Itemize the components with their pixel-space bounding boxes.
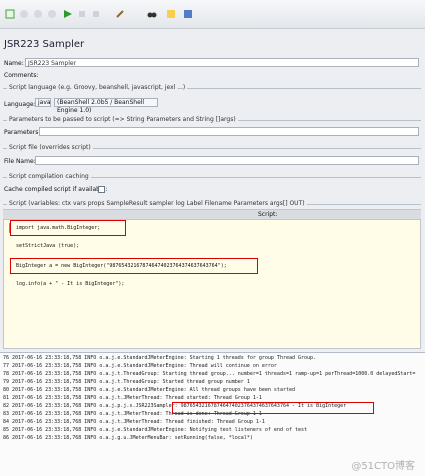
language-label: Language:: [4, 101, 36, 108]
clear-icon[interactable]: [90, 8, 102, 20]
toolbar: [0, 0, 425, 29]
tools-icon[interactable]: [114, 8, 126, 20]
help-icon[interactable]: [165, 8, 177, 20]
script-file-heading: Script file (overrides script): [7, 144, 93, 151]
list-icon[interactable]: [182, 8, 194, 20]
log-line: 81 2017-06-16 23:33:18,758 INFO o.a.j.t.…: [3, 395, 262, 401]
engine-select[interactable]: (BeanShell 2.0b5 / BeanShell Engine 1.0): [54, 98, 158, 114]
file-name-field[interactable]: [35, 156, 419, 165]
language-select[interactable]: java: [35, 98, 51, 107]
import-highlight: [10, 220, 126, 236]
log-line: 76 2017-06-16 23:33:18,758 INFO o.a.j.e.…: [3, 355, 317, 361]
open-icon[interactable]: [18, 8, 30, 20]
name-label: Name:: [4, 60, 24, 67]
biginteger-highlight: [10, 258, 258, 274]
script-heading: Script (variables: ctx vars props Sample…: [7, 200, 307, 207]
log-line: 85 2017-06-16 23:33:18,768 INFO o.a.j.e.…: [3, 427, 308, 433]
code-line-2: setStrictJava (true);: [16, 243, 80, 249]
stop-icon[interactable]: [46, 8, 58, 20]
comments-label: Comments:: [4, 72, 39, 79]
log-line: 80 2017-06-16 23:33:18,758 INFO o.a.j.e.…: [3, 387, 295, 393]
file-name-label: File Name:: [4, 158, 36, 165]
script-editor[interactable]: import java.math.BigInteger; setStrictJa…: [3, 219, 421, 349]
log-line: 84 2017-06-16 23:33:18,768 INFO o.a.j.t.…: [3, 419, 265, 425]
cache-label: Cache compiled script if available:: [4, 186, 108, 193]
remove-icon[interactable]: [76, 8, 88, 20]
parameters-field[interactable]: [39, 127, 419, 136]
log-line: 79 2017-06-16 23:33:18,758 INFO o.a.j.t.…: [3, 379, 250, 385]
sampler-form: JSR223 Sampler Name: JSR223 Sampler Comm…: [0, 29, 425, 351]
parameters-label: Parameters:: [4, 129, 41, 136]
add-icon[interactable]: [62, 8, 74, 20]
log-line: 86 2017-06-16 23:33:18,768 INFO o.a.j.g.…: [3, 435, 253, 441]
compilation-heading: Script compilation caching: [7, 173, 91, 180]
log-highlight: [172, 402, 374, 414]
binoculars-icon[interactable]: [146, 8, 158, 20]
script-label: Script:: [258, 211, 278, 218]
watermark: @51CTO博客: [351, 461, 415, 472]
name-field[interactable]: JSR223 Sampler: [25, 58, 419, 67]
log-line: 77 2017-06-16 23:33:18,758 INFO o.a.j.e.…: [3, 363, 277, 369]
page-title: JSR223 Sampler: [4, 39, 85, 50]
parameters-heading: Parameters to be passed to script (=> St…: [7, 116, 238, 123]
new-icon[interactable]: [4, 8, 16, 20]
log-line: 78 2017-06-16 23:33:18,758 INFO o.a.j.t.…: [3, 371, 416, 377]
save-icon[interactable]: [32, 8, 44, 20]
code-line-4: log.info(a + " - It is BigInteger");: [16, 281, 125, 287]
cache-checkbox[interactable]: [98, 186, 105, 193]
script-language-heading: Script language (e.g. Groovy, beanshell,…: [7, 84, 188, 91]
